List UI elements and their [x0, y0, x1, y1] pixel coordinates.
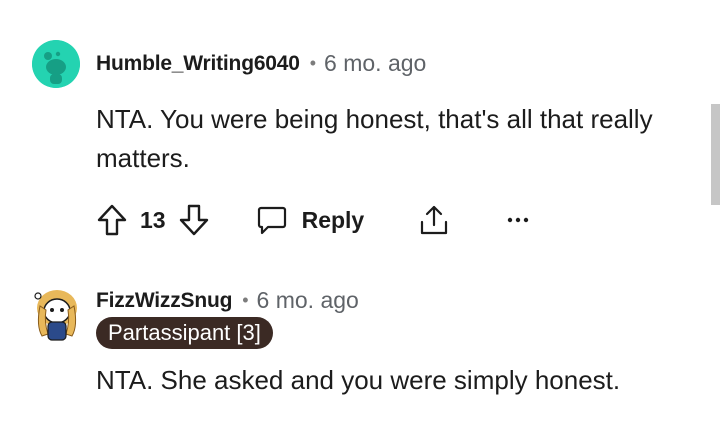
reply-label: Reply — [301, 206, 365, 233]
comment-actions: 13 Reply — [96, 203, 530, 237]
comment: Humble_Writing6040 • 6 mo. ago NTA. You … — [0, 0, 720, 260]
share-icon[interactable] — [418, 203, 450, 237]
separator-dot: • — [242, 290, 249, 310]
more-options-icon[interactable] — [506, 215, 530, 225]
user-avatar[interactable] — [32, 286, 82, 344]
separator-dot: • — [309, 53, 317, 73]
scrollbar[interactable] — [711, 104, 720, 205]
vote-count: 13 — [140, 206, 166, 233]
snoo-avatar-icon — [34, 290, 77, 341]
user-flair: Partassipant [3] — [96, 317, 273, 349]
comment: FizzWizzSnug • 6 mo. ago Partassipant [3… — [0, 260, 720, 421]
upvote-icon[interactable] — [96, 203, 128, 237]
comment-meta: Humble_Writing6040 • 6 mo. ago — [96, 50, 426, 77]
username[interactable]: Humble_Writing6040 — [96, 52, 300, 76]
speech-bubble-icon — [256, 204, 288, 236]
comment-text: NTA. She asked and you were simply hones… — [96, 365, 621, 395]
user-avatar[interactable] — [32, 40, 80, 88]
username[interactable]: FizzWizzSnug — [96, 289, 232, 313]
comment-meta: FizzWizzSnug • 6 mo. ago — [96, 287, 359, 314]
snoo-avatar-icon — [32, 40, 80, 88]
downvote-icon[interactable] — [178, 203, 210, 237]
reply-button[interactable]: Reply — [256, 204, 365, 236]
timestamp: 6 mo. ago — [324, 50, 427, 76]
timestamp: 6 mo. ago — [256, 287, 359, 313]
comment-text: NTA. You were being honest, that's all t… — [96, 104, 653, 173]
